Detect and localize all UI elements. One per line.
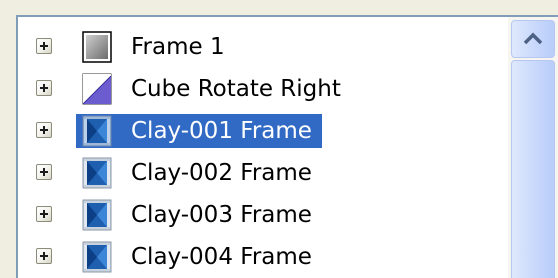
vertical-scrollbar[interactable] bbox=[508, 17, 558, 278]
blue-film-frame-icon bbox=[82, 199, 112, 231]
scrollbar-thumb[interactable] bbox=[511, 60, 555, 278]
tree-item-clay-001-frame[interactable]: Clay-001 Frame bbox=[18, 110, 508, 152]
tree-item-label: Clay-001 Frame bbox=[121, 114, 322, 148]
diagonal-transition-icon bbox=[82, 73, 112, 105]
blue-film-frame-icon bbox=[82, 115, 112, 147]
blue-film-frame-icon bbox=[82, 157, 112, 189]
tree-item-label: Cube Rotate Right bbox=[131, 76, 341, 102]
tree-item-clay-002-frame[interactable]: Clay-002 Frame bbox=[18, 152, 508, 194]
expand-plus-icon[interactable] bbox=[36, 122, 52, 138]
tree-item-label: Frame 1 bbox=[131, 34, 225, 60]
expand-plus-icon[interactable] bbox=[36, 38, 52, 54]
gray-square-frame-icon bbox=[82, 31, 112, 63]
window-panel: Frame 1 Cube Rotate Right Clay-001 Frame… bbox=[0, 0, 558, 278]
scroll-up-button[interactable] bbox=[511, 20, 555, 58]
tree-item-clay-004-frame[interactable]: Clay-004 Frame bbox=[18, 236, 508, 278]
expand-plus-icon[interactable] bbox=[36, 164, 52, 180]
tree-item-label: Clay-004 Frame bbox=[131, 244, 312, 270]
tree-item-label: Clay-002 Frame bbox=[131, 160, 312, 186]
chevron-up-icon bbox=[523, 32, 543, 45]
blue-film-frame-icon bbox=[82, 241, 112, 273]
frame-tree-list[interactable]: Frame 1 Cube Rotate Right Clay-001 Frame… bbox=[16, 15, 558, 278]
tree-item-clay-003-frame[interactable]: Clay-003 Frame bbox=[18, 194, 508, 236]
tree-item-frame-1[interactable]: Frame 1 bbox=[18, 26, 508, 68]
tree-item-cube-rotate-right[interactable]: Cube Rotate Right bbox=[18, 68, 508, 110]
expand-plus-icon[interactable] bbox=[36, 80, 52, 96]
tree-item-label: Clay-003 Frame bbox=[131, 202, 312, 228]
expand-plus-icon[interactable] bbox=[36, 206, 52, 222]
expand-plus-icon[interactable] bbox=[36, 248, 52, 264]
